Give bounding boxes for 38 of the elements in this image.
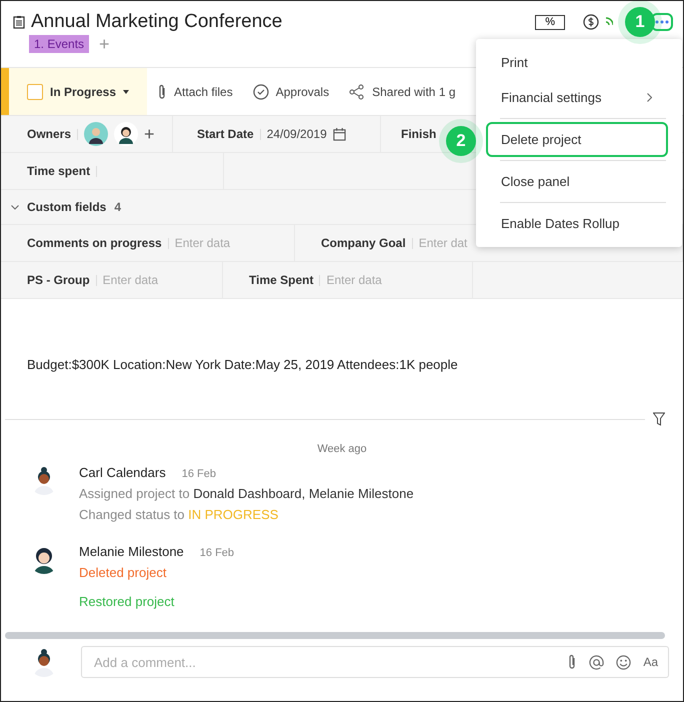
menu-item[interactable]: Delete project <box>486 122 668 157</box>
author-name[interactable]: Melanie Milestone <box>79 544 184 559</box>
field-label: Start Date <box>197 127 254 141</box>
field-label: Time Spent <box>249 273 314 287</box>
field-label: Company Goal <box>321 236 406 250</box>
comment-field[interactable]: Add a comment... Aa <box>81 646 669 678</box>
entry-date: 16 Feb <box>200 547 234 559</box>
field-label: Time spent <box>27 164 90 178</box>
field-label: Comments on progress <box>27 236 162 250</box>
section-title[interactable]: Custom fields <box>27 200 106 214</box>
menu-item[interactable]: Enable Dates Rollup <box>486 206 668 241</box>
activity-text: Changed status to IN PROGRESS <box>79 507 280 522</box>
period-label: Week ago <box>317 443 367 455</box>
activity-text: Restored project <box>79 594 176 609</box>
menu-item[interactable]: Financial settings <box>486 80 668 115</box>
entry-date: 16 Feb <box>182 468 216 480</box>
project-title: Annual Marketing Conference <box>31 11 282 33</box>
description-text: Budget:$300K Location:New York Date:May 25, 2019 Attendees:1K people <box>27 356 458 372</box>
percent-button[interactable]: % <box>535 14 565 30</box>
field-label: Finish <box>401 127 436 141</box>
author-name[interactable]: Carl Calendars <box>79 465 166 480</box>
category-tag[interactable]: 1. Events <box>29 35 90 53</box>
share-button[interactable]: Shared with 1 g <box>339 84 466 100</box>
attach-files-button[interactable]: Attach files <box>147 84 243 100</box>
field-count: 4 <box>114 200 122 214</box>
format-button[interactable]: Aa <box>643 655 658 669</box>
field-label: Owners <box>27 127 72 141</box>
status-dropdown[interactable]: In Progress <box>1 68 148 115</box>
approvals-button[interactable]: Approvals <box>242 84 340 100</box>
activity-text: Deleted project <box>79 565 168 580</box>
start-date-value[interactable]: 24/09/2019 <box>266 127 327 141</box>
activity-text: Assigned project to Donald Dashboard, Melanie Milestone <box>79 486 414 501</box>
menu-item[interactable]: Close panel <box>486 164 668 199</box>
status-label: In Progress <box>50 84 116 98</box>
field-label: PS - Group <box>27 273 90 287</box>
add-owner-button[interactable]: + <box>144 124 155 144</box>
step-badge: 1 <box>625 7 655 37</box>
menu-item[interactable]: Print <box>486 45 668 80</box>
